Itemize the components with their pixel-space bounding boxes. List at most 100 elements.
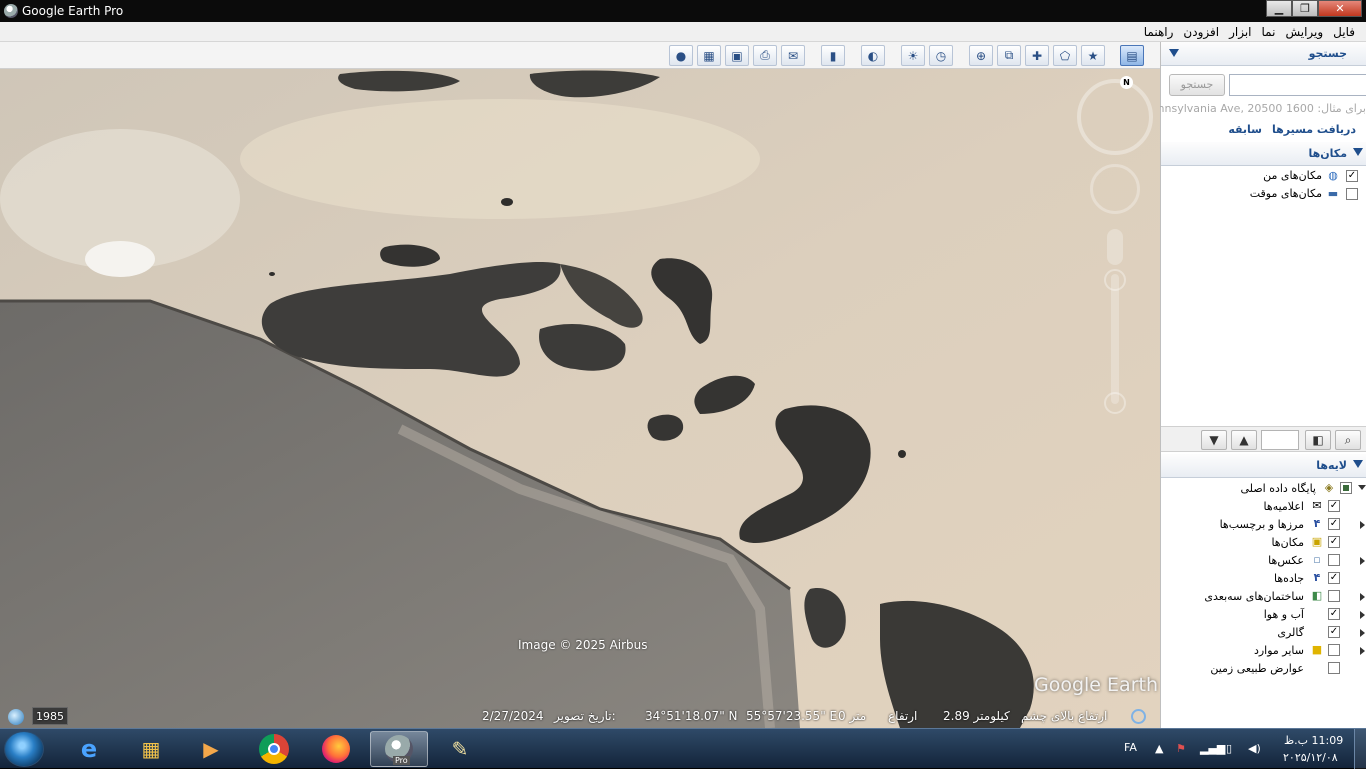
planets-icon[interactable]: ◐ — [861, 45, 885, 66]
print-icon[interactable]: ⎙ — [753, 45, 777, 66]
layer-checkbox[interactable]: ✓ — [1328, 572, 1340, 584]
paint-icon[interactable]: ✎ — [431, 731, 489, 767]
history-link[interactable]: سابقه — [1228, 123, 1262, 136]
menu-tools[interactable]: ابزار — [1224, 25, 1256, 39]
add-placemark-icon[interactable]: ★ — [1081, 45, 1105, 66]
menu-file[interactable]: فایل — [1328, 25, 1360, 39]
expand-toggle-icon[interactable] — [1360, 593, 1365, 601]
get-directions-link[interactable]: دریافت مسیرها — [1272, 123, 1356, 136]
layer-checkbox[interactable]: ✓ — [1328, 626, 1340, 638]
search-input[interactable] — [1229, 74, 1366, 96]
layer-borders-labels[interactable]: ✓ ۴ مرزها و برچسب‌ها — [1160, 516, 1366, 534]
show-hidden-icons-icon[interactable]: ▲ — [1155, 742, 1163, 755]
restore-button[interactable]: ❐ — [1292, 0, 1318, 17]
places-item-temporary[interactable]: ▬ مکان‌های موقت — [1160, 185, 1366, 203]
street-view-pegman-icon[interactable] — [1107, 229, 1123, 265]
minimize-button[interactable]: ▁ — [1266, 0, 1292, 17]
toggle-panel-icon[interactable]: ◧ — [1305, 430, 1331, 450]
clock-time[interactable]: 11:09 ب.ظ — [1284, 734, 1343, 747]
layer-checkbox[interactable]: ✓ — [1328, 536, 1340, 548]
email-icon[interactable]: ✉ — [781, 45, 805, 66]
places-item-my-places[interactable]: ✓ ◍ مکان‌های من — [1160, 167, 1366, 185]
add-polygon-icon[interactable]: ⬠ — [1053, 45, 1077, 66]
expand-arrow-icon[interactable] — [1353, 148, 1363, 156]
switch-to-sky-icon[interactable]: ● — [669, 45, 693, 66]
chrome-icon[interactable] — [245, 731, 303, 767]
expand-arrow-icon[interactable] — [1353, 460, 1363, 468]
start-button[interactable] — [4, 731, 44, 767]
record-tour-icon[interactable]: ⊕ — [969, 45, 993, 66]
action-center-icon[interactable]: ⚑ — [1176, 742, 1186, 755]
layer-checkbox[interactable] — [1328, 662, 1340, 674]
internet-explorer-icon[interactable]: e — [60, 731, 118, 767]
places-filter-box[interactable] — [1261, 430, 1299, 450]
layer-checkbox[interactable] — [1328, 644, 1340, 656]
north-indicator[interactable]: N — [1120, 76, 1133, 89]
menu-add[interactable]: افزودن — [1178, 25, 1224, 39]
search-places-icon[interactable]: ⌕ — [1335, 430, 1361, 450]
my-places-checkbox[interactable]: ✓ — [1346, 170, 1358, 182]
zoom-slider[interactable] — [1111, 274, 1119, 404]
compass-ring[interactable] — [1077, 79, 1153, 155]
expand-toggle-icon[interactable] — [1358, 485, 1366, 490]
look-joystick[interactable] — [1090, 164, 1140, 214]
expand-toggle-icon[interactable] — [1360, 629, 1365, 637]
ruler-icon[interactable]: ▮ — [821, 45, 845, 66]
earth-map-view[interactable]: Image © 2025 Airbus Google Earth N — [0, 69, 1160, 728]
close-button[interactable]: ✕ — [1318, 0, 1362, 17]
chrome-logo — [259, 734, 289, 764]
layer-more[interactable]: ■ سایر موارد — [1160, 642, 1366, 660]
clock-date[interactable]: ۲۰۲۵/۱۲/۰۸ — [1283, 751, 1338, 764]
add-path-icon[interactable]: ✚ — [1025, 45, 1049, 66]
image-overlay-icon[interactable]: ⧉ — [997, 45, 1021, 66]
hide-sidebar-icon[interactable]: ▤ — [1120, 45, 1144, 66]
layer-checkbox[interactable]: ✓ — [1328, 518, 1340, 530]
collapse-arrow-icon[interactable] — [1169, 49, 1179, 57]
places-panel-header[interactable]: مکان‌ها — [1161, 142, 1366, 166]
layer-announcements[interactable]: ✓ ✉ اعلامیه‌ها — [1160, 498, 1366, 516]
expand-toggle-icon[interactable] — [1360, 611, 1365, 619]
map-image-icon[interactable]: ▦ — [697, 45, 721, 66]
file-explorer-icon[interactable]: ▦ — [122, 731, 180, 767]
zoom-in-button[interactable] — [1104, 269, 1126, 291]
layer-checkbox[interactable] — [1328, 554, 1340, 566]
layer-roads[interactable]: ✓ ۴ جاده‌ها — [1160, 570, 1366, 588]
sunlight-icon[interactable]: ☀ — [901, 45, 925, 66]
layer-gallery[interactable]: ✓ گالری — [1160, 624, 1366, 642]
device-icon[interactable]: ▯ — [1226, 742, 1232, 755]
layers-panel-header[interactable]: لایه‌ها — [1161, 454, 1366, 478]
historical-year-badge[interactable]: 1985 — [32, 707, 68, 725]
layer-photos[interactable]: ▫ عکس‌ها — [1160, 552, 1366, 570]
show-desktop-button[interactable] — [1354, 729, 1366, 769]
layer-checkbox[interactable] — [1328, 590, 1340, 602]
layer-checkbox[interactable]: ✓ — [1328, 608, 1340, 620]
layer-checkbox[interactable]: ✓ — [1328, 500, 1340, 512]
move-down-icon[interactable]: ▼ — [1201, 430, 1227, 450]
menu-edit[interactable]: ویرایش — [1280, 25, 1328, 39]
google-earth-pro-task[interactable]: Pro — [370, 731, 428, 767]
historical-imagery-clock-icon[interactable] — [8, 709, 24, 725]
historical-imagery-icon[interactable]: ◷ — [929, 45, 953, 66]
search-panel-header[interactable]: جستجو — [1161, 42, 1366, 66]
layer-weather[interactable]: ✓ آب و هوا — [1160, 606, 1366, 624]
layer-primary-database[interactable]: ◈ پایگاه داده اصلی — [1160, 480, 1366, 498]
layer-terrain[interactable]: عوارض طبیعی زمین — [1160, 660, 1366, 678]
firefox-icon[interactable] — [307, 731, 365, 767]
temporary-places-checkbox[interactable] — [1346, 188, 1358, 200]
expand-toggle-icon[interactable] — [1360, 521, 1365, 529]
expand-toggle-icon[interactable] — [1360, 557, 1365, 565]
menu-help[interactable]: راهنما — [1139, 25, 1179, 39]
volume-icon[interactable]: ◀) — [1248, 742, 1261, 755]
zoom-out-button[interactable] — [1104, 392, 1126, 414]
language-indicator[interactable]: FA — [1124, 741, 1137, 754]
layer-checkbox[interactable] — [1340, 482, 1352, 494]
network-icon[interactable]: ▂▄▆ — [1200, 742, 1225, 755]
menu-view[interactable]: نما — [1257, 25, 1281, 39]
layer-places[interactable]: ✓ ▣ مکان‌ها — [1160, 534, 1366, 552]
layer-3d-buildings[interactable]: ◧ ساختمان‌های سه‌بعدی — [1160, 588, 1366, 606]
move-up-icon[interactable]: ▲ — [1231, 430, 1257, 450]
save-image-icon[interactable]: ▣ — [725, 45, 749, 66]
search-button[interactable]: جستجو — [1169, 74, 1225, 96]
expand-toggle-icon[interactable] — [1360, 647, 1365, 655]
media-player-icon[interactable]: ▶ — [182, 731, 240, 767]
